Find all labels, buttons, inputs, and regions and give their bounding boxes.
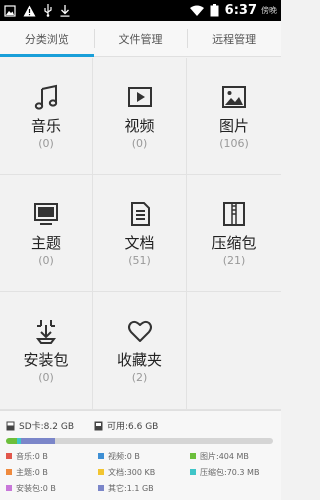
legend-swatch	[6, 469, 12, 475]
storage-free-icon	[94, 421, 103, 431]
warning-icon	[23, 5, 36, 17]
clock: 6:37	[224, 3, 257, 18]
gallery-notification-icon	[4, 4, 16, 17]
usb-icon	[43, 4, 53, 17]
category-label: 主题	[30, 233, 61, 252]
category-install-packages[interactable]: 安装包 (0)	[0, 292, 93, 410]
legend-item: 其它:1.1 GB	[98, 481, 190, 495]
category-label: 图片	[218, 116, 249, 135]
legend-item: 主题:0 B	[6, 465, 98, 479]
legend-item: 安装包:0 B	[6, 481, 98, 495]
legend-swatch	[6, 453, 12, 459]
category-count: (0)	[131, 136, 148, 150]
legend-swatch	[6, 485, 12, 491]
legend-item: 音乐:0 B	[6, 449, 98, 463]
document-icon	[126, 200, 154, 228]
install-icon	[32, 317, 60, 345]
category-images[interactable]: 图片 (106)	[187, 58, 281, 175]
empty-cell	[187, 292, 281, 410]
storage-usage-bar	[6, 438, 273, 444]
category-archives[interactable]: 压缩包 (21)	[187, 175, 281, 292]
category-label: 音乐	[30, 116, 61, 135]
wifi-icon	[189, 5, 204, 16]
legend-item: 压缩包:70.3 MB	[190, 465, 276, 479]
category-count: (51)	[128, 253, 151, 267]
sd-capacity-label: SD卡:8.2 GB	[19, 422, 74, 432]
category-label: 安装包	[23, 351, 69, 369]
category-video[interactable]: 视频 (0)	[93, 58, 187, 175]
legend-item: 文档:300 KB	[98, 465, 190, 479]
usage-segment-other	[20, 438, 56, 444]
category-label: 文档	[124, 233, 155, 252]
category-count: (106)	[219, 136, 249, 150]
category-count: (2)	[131, 371, 148, 384]
storage-legend: 音乐:0 B 视频:0 B 图片:404 MB 主题:0 B 文档:300 KB…	[6, 449, 276, 495]
tab-file-manager[interactable]: 文件管理	[93, 21, 188, 56]
category-count: (21)	[222, 253, 246, 267]
tab-bar: 分类浏览 文件管理 远程管理	[0, 21, 281, 57]
legend-swatch	[190, 453, 196, 459]
legend-item: 图片:404 MB	[190, 449, 276, 463]
sd-card-icon	[6, 421, 15, 431]
download-icon	[60, 4, 70, 17]
legend-swatch	[98, 469, 104, 475]
storage-panel: SD卡:8.2 GB 可用:6.6 GB 音乐:0 B 视频:0 B 图片:40…	[0, 410, 281, 500]
video-icon	[126, 83, 154, 111]
category-favorites[interactable]: 收藏夹 (2)	[93, 292, 187, 410]
tab-remote-manager[interactable]: 远程管理	[187, 21, 281, 56]
time-of-day-label: 傍晚	[261, 6, 277, 15]
category-label: 收藏夹	[116, 351, 162, 369]
category-music[interactable]: 音乐 (0)	[0, 58, 93, 175]
category-documents[interactable]: 文档 (51)	[93, 175, 187, 292]
theme-icon	[32, 200, 60, 228]
music-icon	[32, 83, 60, 111]
archive-icon	[220, 200, 248, 228]
legend-item: 视频:0 B	[98, 449, 190, 463]
legend-swatch	[98, 453, 104, 459]
legend-swatch	[98, 485, 104, 491]
free-capacity-label: 可用:6.6 GB	[107, 422, 159, 432]
status-bar: 6:37 傍晚	[0, 0, 281, 21]
tab-category-browse[interactable]: 分类浏览	[0, 21, 94, 57]
category-count: (0)	[38, 371, 54, 384]
category-themes[interactable]: 主题 (0)	[0, 175, 93, 292]
favorites-icon	[126, 317, 154, 345]
category-grid: 音乐 (0) 视频 (0) 图片 (106) 主题 (0) 文档 (51) 压缩…	[0, 58, 281, 410]
legend-swatch	[190, 469, 196, 475]
category-count: (0)	[38, 253, 54, 267]
usage-segment-images	[6, 438, 17, 444]
category-label: 视频	[124, 116, 155, 135]
category-label: 压缩包	[211, 233, 257, 252]
storage-info: SD卡:8.2 GB 可用:6.6 GB	[6, 419, 158, 432]
battery-icon	[210, 4, 219, 17]
image-icon	[220, 83, 248, 111]
category-count: (0)	[38, 136, 54, 150]
